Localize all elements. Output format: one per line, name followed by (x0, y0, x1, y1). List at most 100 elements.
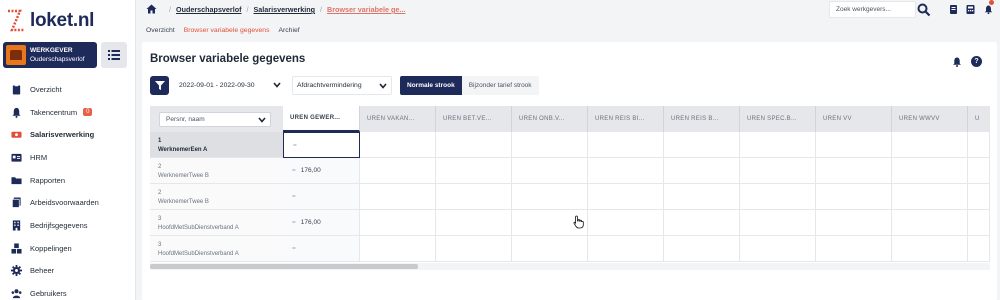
grid-cell[interactable] (968, 210, 990, 236)
grid-cell[interactable] (360, 158, 436, 184)
tab-archief[interactable]: Archief (278, 27, 299, 34)
grid-cell[interactable] (436, 158, 512, 184)
grid-cell[interactable] (740, 158, 816, 184)
grid-cell[interactable] (588, 210, 664, 236)
grid-cell[interactable] (892, 132, 968, 158)
breadcrumb-salarisverwerking[interactable]: Salarisverwerking (254, 5, 316, 14)
grid-cell[interactable] (436, 132, 512, 158)
grid-cell[interactable] (740, 236, 816, 262)
tab-browser-variabele-gegevens[interactable]: Browser variabele gegevens (184, 27, 270, 34)
row-employee-label[interactable]: 3 HoofdMetSubDienstverband A (150, 236, 283, 262)
grid-cell[interactable] (436, 236, 512, 262)
grid-cell[interactable] (588, 132, 664, 158)
notification-bell-icon[interactable] (984, 5, 993, 14)
column-header[interactable]: UREN SPEC.B... (740, 106, 816, 132)
row-employee-label[interactable]: 2 WerknemerTwee B (150, 184, 283, 210)
grid-cell[interactable] (360, 184, 436, 210)
grid-cell[interactable] (436, 184, 512, 210)
breadcrumb-ouderschapsverlof[interactable]: Ouderschapsverlof (176, 5, 242, 14)
filter-button[interactable] (150, 76, 169, 95)
grid-cell[interactable] (360, 210, 436, 236)
grid-cell[interactable] (816, 158, 892, 184)
column-header[interactable]: UREN VAKAN... (360, 106, 436, 132)
grid-cell[interactable] (664, 158, 740, 184)
column-header[interactable]: UREN BET.VE... (436, 106, 512, 132)
grid-cell[interactable] (892, 210, 968, 236)
grid-cell[interactable] (512, 184, 588, 210)
grid-cell[interactable] (968, 158, 990, 184)
grid-cell[interactable]: = (283, 236, 360, 262)
search-input[interactable]: Zoek werkgevers... (829, 1, 916, 18)
grid-cell[interactable] (892, 158, 968, 184)
grid-cell[interactable] (664, 132, 740, 158)
calculator-icon[interactable] (966, 5, 975, 14)
grid-cell[interactable] (816, 236, 892, 262)
row-employee-label[interactable]: 3 HoofdMetSubDienstverband A (150, 210, 283, 236)
grid-cell[interactable]: = (283, 184, 360, 210)
grid-cell[interactable] (588, 158, 664, 184)
sidebar-item-koppelingen[interactable]: Koppelingen (0, 237, 136, 260)
grid-cell[interactable] (360, 132, 436, 158)
column-header[interactable]: U (968, 106, 990, 132)
menu-toggle-button[interactable] (101, 42, 127, 68)
grid-cell[interactable] (360, 236, 436, 262)
column-header[interactable]: UREN WWVV (892, 106, 968, 132)
employee-filter-select[interactable]: Persnr, naam (159, 111, 271, 127)
column-header[interactable]: UREN REIS BI... (588, 106, 664, 132)
sidebar-item-salarisverwerking[interactable]: Salarisverwerking (0, 123, 136, 146)
grid-cell[interactable] (816, 210, 892, 236)
grid-cell[interactable] (588, 236, 664, 262)
grid-cell[interactable] (436, 210, 512, 236)
grid-cell[interactable] (740, 184, 816, 210)
column-header[interactable]: UREN GEWER... (283, 106, 360, 132)
breadcrumb-current[interactable]: Browser variabele ge... (327, 5, 405, 14)
toggle-bijzonder-tarief-strook[interactable]: Bijzonder tarief strook (461, 76, 539, 95)
grid-cell[interactable] (968, 132, 990, 158)
grid-cell[interactable] (892, 184, 968, 210)
type-select[interactable]: Afdrachtvermindering (292, 76, 392, 95)
column-header[interactable]: UREN ONB.V... (512, 106, 588, 132)
tab-overzicht[interactable]: Overzicht (146, 27, 175, 34)
grid-cell[interactable]: = 176,00 (283, 158, 360, 184)
search-icon[interactable] (917, 3, 931, 17)
sidebar-item-gebruikers[interactable]: Gebruikers (0, 282, 136, 300)
grid-cell[interactable] (664, 236, 740, 262)
sidebar-item-hrm[interactable]: HRM (0, 146, 136, 169)
row-employee-label[interactable]: 2 WerknemerTwee B (150, 158, 283, 184)
grid-cell[interactable] (740, 132, 816, 158)
grid-cell[interactable] (512, 158, 588, 184)
toggle-normale-strook[interactable]: Normale strook (400, 76, 462, 95)
home-icon[interactable] (146, 4, 157, 14)
grid-cell[interactable] (968, 236, 990, 262)
logo[interactable]: loket.nl (6, 6, 94, 36)
row-employee-label[interactable]: 1 WerknemerEen A (150, 132, 283, 158)
sidebar-item-beheer[interactable]: Beheer (0, 260, 136, 283)
grid-cell[interactable] (512, 132, 588, 158)
grid-cell[interactable] (968, 184, 990, 210)
sidebar-item-takencentrum[interactable]: Takencentrum 0 (0, 101, 136, 124)
document-icon[interactable] (949, 5, 958, 14)
grid-cell[interactable] (512, 236, 588, 262)
column-header[interactable]: UREN VV (816, 106, 892, 132)
sidebar-item-overzicht[interactable]: Overzicht (0, 78, 136, 101)
help-icon[interactable]: ? (971, 56, 982, 67)
sidebar-item-bedrijfsgegevens[interactable]: Bedrijfsgegevens (0, 214, 136, 237)
grid-cell[interactable] (664, 184, 740, 210)
sidebar-item-label: Beheer (30, 266, 55, 276)
grid-cell[interactable]: = (283, 132, 360, 158)
bell-icon[interactable] (952, 57, 962, 67)
grid-cell[interactable]: = 176,00 (283, 210, 360, 236)
grid-cell[interactable] (588, 184, 664, 210)
column-header[interactable]: UREN REIS B... (664, 106, 740, 132)
sidebar-item-rapporten[interactable]: Rapporten (0, 169, 136, 192)
grid-cell[interactable] (816, 184, 892, 210)
grid-cell[interactable] (740, 210, 816, 236)
grid-cell[interactable] (664, 210, 740, 236)
sidebar-item-arbeidsvoorwaarden[interactable]: Arbeidsvoorwaarden (0, 191, 136, 214)
cubes-icon (10, 242, 22, 254)
grid-cell[interactable] (816, 132, 892, 158)
grid-cell[interactable] (892, 236, 968, 262)
employer-switcher[interactable]: WERKGEVER Ouderschapsverlof (3, 42, 97, 68)
period-select[interactable]: 2022-09-01 - 2022-09-30 (175, 76, 285, 95)
scrollbar-thumb[interactable] (150, 264, 418, 269)
